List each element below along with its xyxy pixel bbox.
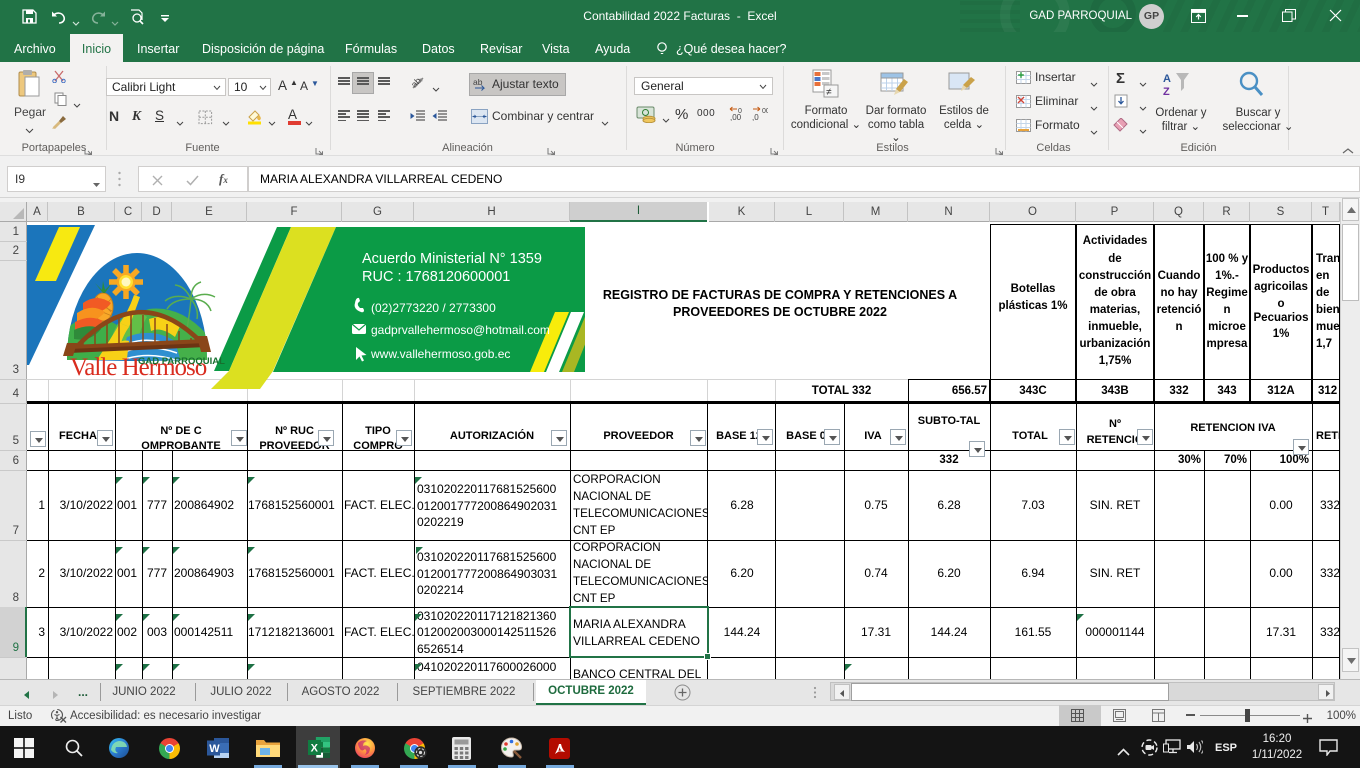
svg-text:Z: Z [1163,86,1170,98]
svg-text:ab: ab [410,76,423,90]
svg-text:RUC : 1768120600001: RUC : 1768120600001 [362,269,510,285]
svg-text:GAD PARROQUIAL: GAD PARROQUIAL [138,356,225,367]
svg-text:≠: ≠ [826,87,832,98]
svg-text:Acuerdo Ministerial N° 1359: Acuerdo Ministerial N° 1359 [362,251,542,267]
svg-text:X: X [311,743,319,755]
svg-text:,00: ,00 [730,113,742,121]
svg-text:,0: ,0 [752,113,759,121]
svg-text:gadprvallehermoso@hotmail.com: gadprvallehermoso@hotmail.com [371,323,550,337]
svg-text:00: 00 [762,108,768,115]
svg-text:www.vallehermoso.gob.ec: www.vallehermoso.gob.ec [370,347,510,361]
svg-text:W: W [209,743,220,755]
svg-text:A: A [1163,73,1171,85]
svg-text:ab: ab [473,77,483,87]
svg-text:(02)2773220 / 2773300: (02)2773220 / 2773300 [371,301,496,315]
